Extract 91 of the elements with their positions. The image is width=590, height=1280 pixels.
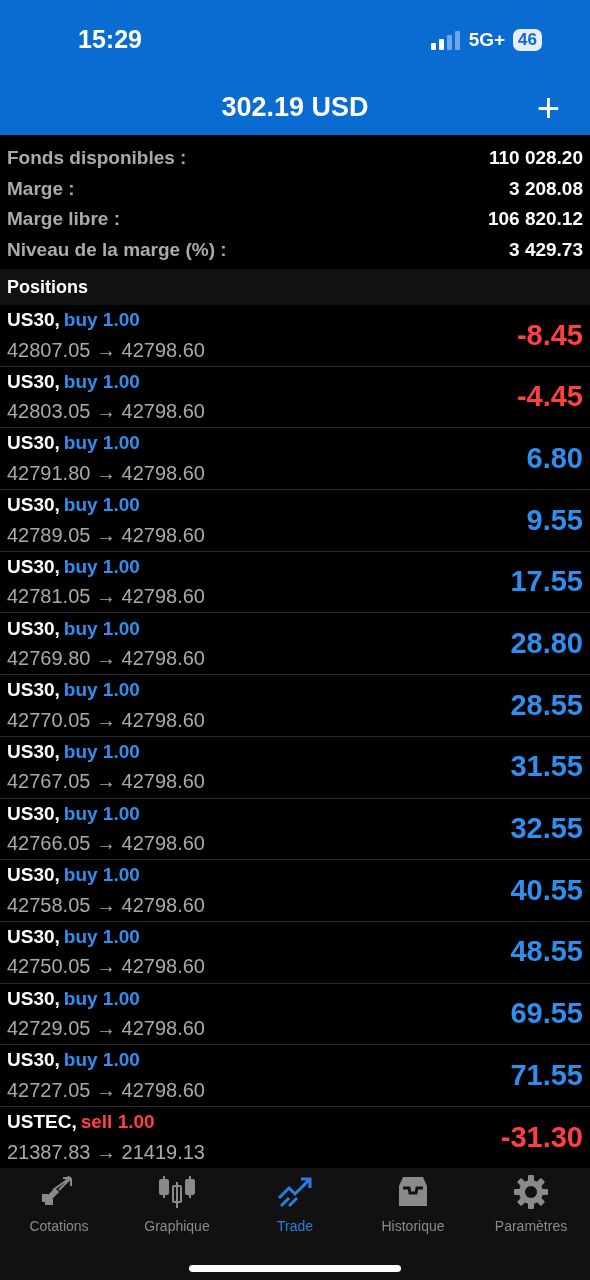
symbol-label: US30, <box>7 431 60 456</box>
order-label: buy 1.00 <box>63 1048 140 1073</box>
order-label: buy 1.00 <box>63 616 140 641</box>
order-label: buy 1.00 <box>63 801 140 826</box>
field-label: Niveau de la marge (%) : <box>7 237 227 262</box>
battery-indicator: 46 <box>513 29 542 51</box>
tab-button[interactable]: Cotations <box>0 1168 118 1238</box>
field-label: Marge libre : <box>7 207 120 231</box>
profit-value: 69.55 <box>510 996 583 1032</box>
position-row[interactable]: US30, buy 1.00 42791.80 → 42798.60 6.80 <box>0 428 590 491</box>
profit-value: -4.45 <box>516 379 583 415</box>
position-row[interactable]: US30, buy 1.00 42766.05 → 42798.60 32.55 <box>0 798 590 861</box>
position-row[interactable]: US30, buy 1.00 42727.05 → 42798.60 71.55 <box>0 1045 590 1107</box>
symbol-label: US30, <box>7 369 60 394</box>
price-label: 42767.05 → 42798.60 <box>7 769 205 795</box>
price-label: 42758.05 → 42798.60 <box>7 892 205 918</box>
price-label: 42770.05 → 42798.60 <box>7 707 205 733</box>
price-label: 42729.05 → 42798.60 <box>7 1016 205 1042</box>
order-label: buy 1.00 <box>63 493 140 518</box>
symbol-label: US30, <box>7 924 60 949</box>
symbol-label: US30, <box>7 678 60 703</box>
price-label: 21387.83 → 21419.13 <box>7 1139 205 1165</box>
position-row[interactable]: US30, buy 1.00 42769.80 → 42798.60 28.80 <box>0 613 590 676</box>
position-row[interactable]: US30, buy 1.00 42770.05 → 42798.60 28.55 <box>0 675 590 737</box>
symbol-label: US30, <box>7 1048 60 1073</box>
symbol-label: US30, <box>7 493 60 518</box>
order-label: buy 1.00 <box>63 369 140 394</box>
add-button[interactable]: + <box>530 87 566 128</box>
symbol-label: US30, <box>7 739 60 764</box>
profit-value: -8.45 <box>516 317 583 353</box>
profit-value: 17.55 <box>510 564 583 600</box>
profit-value: 6.80 <box>526 440 583 476</box>
field-value: 3 208.08 <box>509 176 583 201</box>
balance-title: 302.19 USD <box>221 91 369 125</box>
field-value: 110 028.20 <box>488 146 583 170</box>
price-label: 42803.05 → 42798.60 <box>7 399 205 425</box>
position-row[interactable]: US30, buy 1.00 42767.05 → 42798.60 31.55 <box>0 736 590 799</box>
network-label: 5G+ <box>468 27 506 52</box>
order-label: buy 1.00 <box>63 739 140 764</box>
symbol-label: US30, <box>7 554 60 579</box>
order-label: sell 1.00 <box>80 1110 155 1135</box>
order-label: buy 1.00 <box>63 986 140 1011</box>
status-time: 15:29 <box>78 24 142 56</box>
position-row[interactable]: US30, buy 1.00 42750.05 → 42798.60 48.55 <box>0 921 590 984</box>
field-label: Fonds disponibles : <box>7 146 187 170</box>
order-label: buy 1.00 <box>63 924 140 949</box>
field-label: Marge : <box>7 176 75 201</box>
tab-button[interactable]: Trade <box>236 1168 354 1238</box>
profit-value: 31.55 <box>510 749 583 785</box>
price-label: 42789.05 → 42798.60 <box>7 522 205 548</box>
section-title: Positions <box>7 275 88 299</box>
symbol-label: US30, <box>7 616 60 641</box>
position-row[interactable]: US30, buy 1.00 42803.05 → 42798.60 -4.45 <box>0 366 590 429</box>
order-label: buy 1.00 <box>63 554 140 579</box>
profit-value: 28.80 <box>510 626 583 662</box>
order-label: buy 1.00 <box>63 431 140 456</box>
field-value: 3 429.73 <box>509 237 583 262</box>
signal-icon <box>430 30 461 50</box>
profit-value: 48.55 <box>510 934 583 970</box>
profit-value: 32.55 <box>510 811 583 847</box>
order-label: buy 1.00 <box>63 678 140 703</box>
price-label: 42766.05 → 42798.60 <box>7 831 205 857</box>
profit-value: 71.55 <box>510 1057 583 1093</box>
profit-value: 28.55 <box>510 687 583 723</box>
tab-button[interactable]: Paramètres <box>472 1168 590 1238</box>
profit-value: 40.55 <box>510 872 583 908</box>
order-label: buy 1.00 <box>63 308 140 333</box>
price-label: 42791.80 → 42798.60 <box>7 460 205 486</box>
position-row[interactable]: US30, buy 1.00 42781.05 → 42798.60 17.55 <box>0 551 590 614</box>
symbol-label: US30, <box>7 863 60 888</box>
tab-button[interactable]: Graphique <box>118 1168 236 1238</box>
profit-value: 9.55 <box>526 502 583 538</box>
order-label: buy 1.00 <box>63 863 140 888</box>
price-label: 42727.05 → 42798.60 <box>7 1077 205 1103</box>
settings-icon <box>513 1174 549 1210</box>
symbol-label: USTEC, <box>7 1110 77 1135</box>
position-row[interactable]: US30, buy 1.00 42729.05 → 42798.60 69.55 <box>0 983 590 1046</box>
symbol-label: US30, <box>7 308 60 333</box>
price-label: 42750.05 → 42798.60 <box>7 954 205 980</box>
price-label: 42807.05 → 42798.60 <box>7 337 205 363</box>
symbol-label: US30, <box>7 986 60 1011</box>
profit-value: -31.30 <box>500 1119 583 1155</box>
field-value: 106 820.12 <box>487 207 583 231</box>
price-label: 42769.80 → 42798.60 <box>7 646 205 672</box>
candlestick-icon <box>157 1174 197 1210</box>
tab-button[interactable]: Historique <box>354 1168 472 1238</box>
position-row[interactable]: US30, buy 1.00 42807.05 → 42798.60 -8.45 <box>0 305 590 367</box>
symbol-label: US30, <box>7 801 60 826</box>
price-label: 42781.05 → 42798.60 <box>7 584 205 610</box>
position-row[interactable]: US30, buy 1.00 42789.05 → 42798.60 9.55 <box>0 490 590 552</box>
position-row[interactable]: US30, buy 1.00 42758.05 → 42798.60 40.55 <box>0 860 590 922</box>
